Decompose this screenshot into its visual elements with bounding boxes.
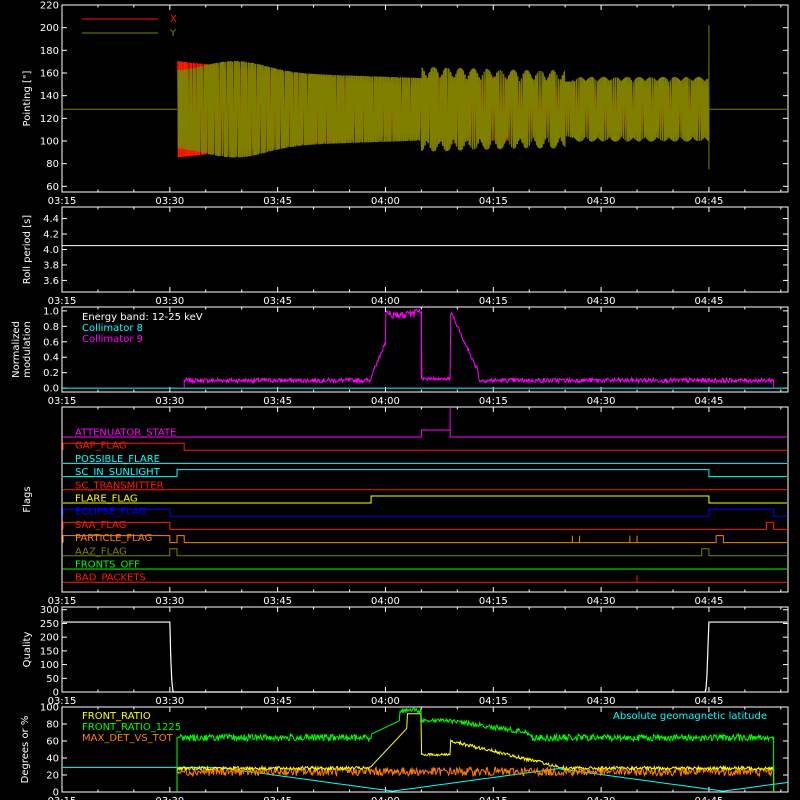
roll-ytick-label: 3.8 (43, 260, 59, 271)
ratios-ylabel: Degrees or % (20, 716, 31, 784)
roll-xtick-label: 04:00 (371, 296, 400, 307)
flags-xtick-label: 03:30 (155, 596, 184, 607)
modulation-xtick-label: 03:15 (48, 396, 77, 407)
flags-xtick-label: 04:30 (587, 596, 616, 607)
modulation-xtick-label: 03:30 (155, 396, 184, 407)
roll-ytick-label: 4.4 (43, 214, 59, 225)
ratios-xtick-label: 04:30 (587, 796, 616, 800)
housekeeping-figure: 03:15 03:30 03:45 04:00 04:15 04:30 04:45 60 80 1… (0, 0, 800, 800)
pointing-xtick-label: 04:45 (695, 196, 724, 207)
pointing-xtick-label: 03:45 (263, 196, 292, 207)
quality-xtick-label: 04:00 (371, 696, 400, 707)
modulation-ytick-label: 0.0 (43, 384, 59, 395)
quality-xtick-label: 04:45 (695, 696, 724, 707)
roll-xtick-label: 03:15 (48, 296, 77, 307)
ratios-legend-geomag: Absolute geomagnetic latitude (613, 711, 767, 722)
flags-xtick-label: 03:45 (263, 596, 292, 607)
quality-ytick-label: 0 (53, 688, 59, 699)
roll-xtick-label: 03:45 (263, 296, 292, 307)
flags-ylabel: Flags (22, 486, 33, 512)
quality-ylabel: Quality (22, 632, 33, 668)
flags-xtick-label: 04:00 (371, 596, 400, 607)
flag-label: ECLIPSE_FLAG (75, 507, 146, 518)
ratios-legend-item: MAX_DET_VS_TOT (82, 733, 174, 744)
modulation-ytick-label: 1.0 (43, 306, 59, 317)
modulation-ytick-label: 0.8 (43, 322, 59, 333)
modulation-ytick-label: 0.2 (43, 368, 59, 379)
pointing-ytick-label: 140 (40, 91, 59, 102)
legend-y-label: Y (169, 28, 177, 39)
quality-ytick-label: 250 (40, 619, 59, 630)
modulation-ylabel: modulation (22, 321, 33, 378)
quality-ytick-label: 150 (40, 646, 59, 657)
roll-ytick-label: 4.2 (43, 230, 59, 241)
ratios-legend-item: FRONT_RATIO_1225 (82, 722, 181, 733)
quality-ytick-label: 300 (40, 605, 59, 616)
ratios-xtick-label: 03:45 (263, 796, 292, 800)
ratios-xtick-label: 03:30 (155, 796, 184, 800)
ratios-ytick-label: 20 (46, 771, 59, 782)
pointing-ytick-label: 200 (40, 23, 59, 34)
quality-xtick-label: 03:45 (263, 696, 292, 707)
quality-ytick-label: 50 (46, 674, 59, 685)
modulation-legend-item: Energy band: 12-25 keV (82, 312, 203, 323)
modulation-xtick-label: 03:45 (263, 396, 292, 407)
flag-label: PARTICLE_FLAG (75, 533, 152, 544)
flags-xtick-label: 04:45 (695, 596, 724, 607)
pointing-xtick-label: 04:15 (479, 196, 508, 207)
quality-xtick-label: 04:15 (479, 696, 508, 707)
roll-ytick-label: 3.6 (43, 276, 59, 287)
ratios-ytick-label: 40 (46, 754, 59, 765)
roll-xtick-label: 03:30 (155, 296, 184, 307)
flag-label: GAP_FLAG (75, 441, 127, 452)
ratios-ytick-label: 0 (53, 788, 59, 799)
modulation-ylabel: Normalized (11, 321, 22, 378)
pointing-xtick-label: 03:30 (155, 196, 184, 207)
modulation-ytick-label: 0.6 (43, 337, 59, 348)
pointing-ylabel: Pointing ["] (22, 70, 33, 126)
modulation-ytick-label: 0.4 (43, 353, 59, 364)
pointing-ytick-label: 100 (40, 137, 59, 148)
roll-ylabel: Roll period [s] (22, 215, 33, 284)
roll-xtick-label: 04:45 (695, 296, 724, 307)
pointing-ytick-label: 180 (40, 46, 59, 57)
quality-ytick-label: 100 (40, 660, 59, 671)
pointing-ytick-label: 80 (46, 159, 59, 170)
quality-ytick-label: 200 (40, 633, 59, 644)
modulation-xtick-label: 04:15 (479, 396, 508, 407)
ratios-ytick-label: 60 (46, 737, 59, 748)
quality-xtick-label: 04:30 (587, 696, 616, 707)
ratios-ytick-label: 100 (40, 703, 59, 714)
roll-xtick-label: 04:30 (587, 296, 616, 307)
pointing-ytick-label: 120 (40, 114, 59, 125)
pointing-xtick-label: 03:15 (48, 196, 77, 207)
pointing-ytick-label: 160 (40, 69, 59, 80)
pointing-xtick-label: 04:00 (371, 196, 400, 207)
quality-xtick-label: 03:30 (155, 696, 184, 707)
ratios-legend-item: FRONT_RATIO (82, 711, 151, 722)
legend-x-label: X (170, 14, 177, 25)
pointing-xtick-label: 04:30 (587, 196, 616, 207)
modulation-legend-item: Collimator 8 (82, 323, 143, 334)
pointing-ytick-label: 220 (40, 1, 59, 12)
ratios-xtick-label: 04:15 (479, 796, 508, 800)
ratios-xtick-label: 04:00 (371, 796, 400, 800)
modulation-xtick-label: 04:45 (695, 396, 724, 407)
roll-ytick-label: 4.0 (43, 245, 59, 256)
pointing-ytick-label: 60 (46, 182, 59, 193)
modulation-xtick-label: 04:00 (371, 396, 400, 407)
modulation-legend-item: Collimator 9 (82, 334, 143, 345)
flag-label: SAA_FLAG (75, 520, 126, 531)
flags-xtick-label: 04:15 (479, 596, 508, 607)
ratios-ytick-label: 80 (46, 720, 59, 731)
ratios-xtick-label: 04:45 (695, 796, 724, 800)
roll-xtick-label: 04:15 (479, 296, 508, 307)
modulation-xtick-label: 04:30 (587, 396, 616, 407)
